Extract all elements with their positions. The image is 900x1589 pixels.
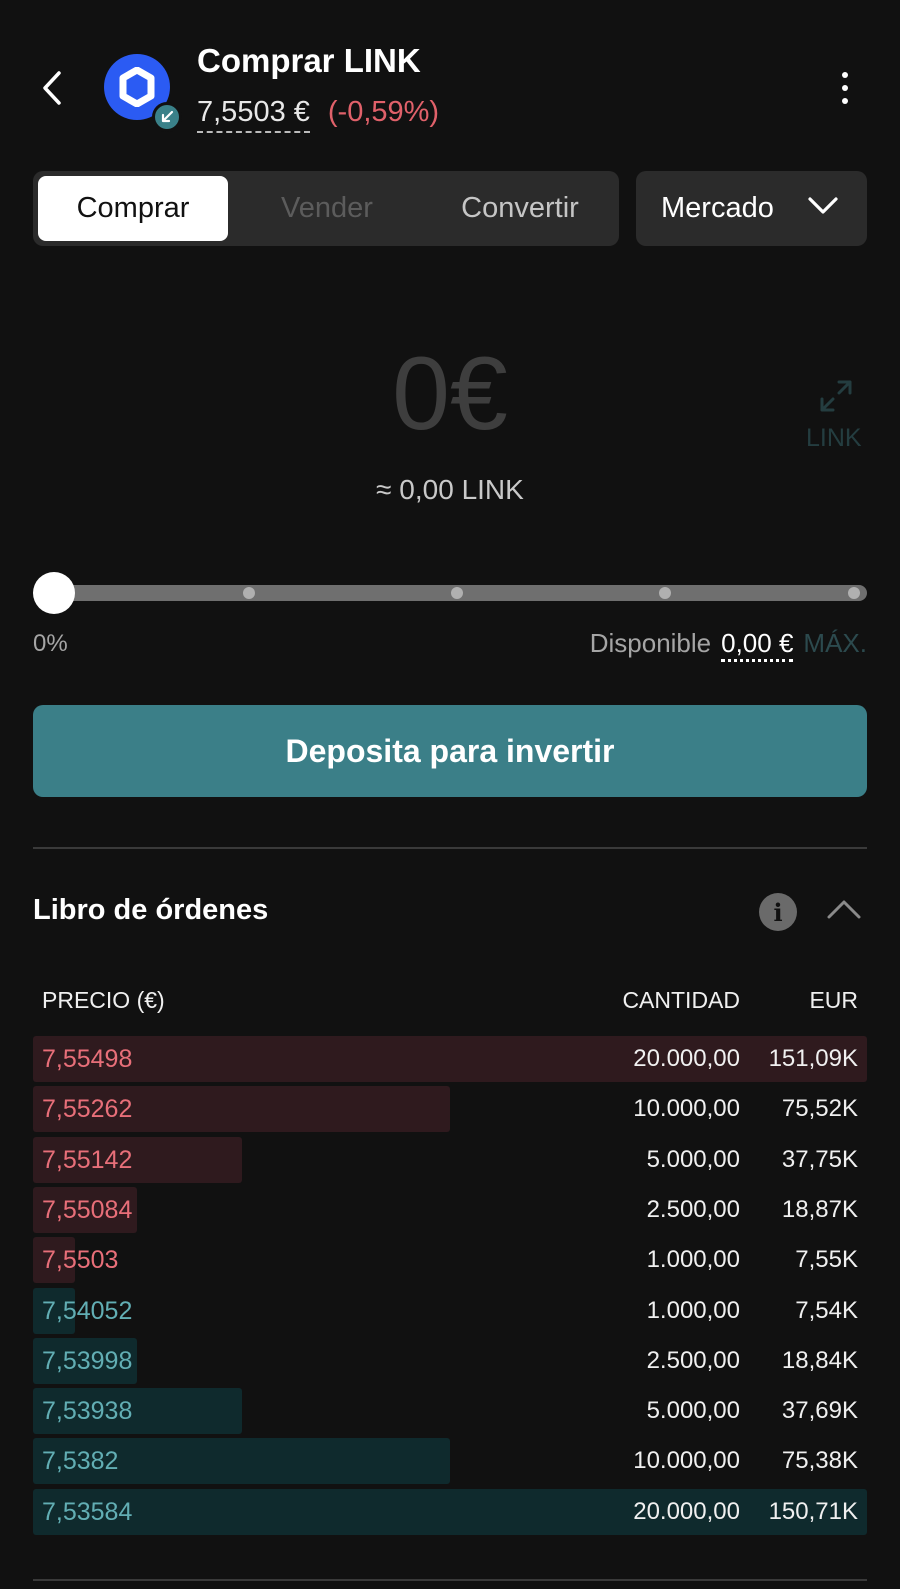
slider-step-100[interactable] (848, 587, 860, 599)
order-type-label: Mercado (661, 192, 774, 224)
order-price: 7,53998 (42, 1347, 133, 1375)
order-price: 7,55142 (42, 1146, 133, 1174)
column-header-eur: EUR (809, 987, 858, 1013)
order-price: 7,55262 (42, 1095, 133, 1123)
chevron-left-icon (43, 71, 61, 105)
slider-step-50[interactable] (451, 587, 463, 599)
price-line: 7,5503 € (-0,59%) (197, 96, 439, 133)
price-change: (-0,59%) (327, 96, 440, 128)
order-price: 7,55084 (42, 1196, 133, 1224)
swap-unit-label[interactable]: LINK (806, 424, 862, 453)
order-quantity: 20.000,00 (633, 1045, 740, 1072)
page-title: Comprar LINK (197, 42, 421, 79)
order-eur: 18,84K (781, 1347, 858, 1374)
order-eur: 150,71K (768, 1498, 858, 1525)
order-eur: 151,09K (768, 1045, 858, 1072)
amount-slider[interactable] (33, 572, 867, 614)
bid-row[interactable]: 7,53998 2.500,00 18,84K (33, 1338, 867, 1384)
tab-convertir[interactable]: Convertir (425, 176, 615, 241)
order-quantity: 5.000,00 (646, 1397, 740, 1424)
order-price: 7,53938 (42, 1397, 133, 1425)
amount-approx: ≈ 0,00 LINK (376, 474, 524, 505)
slider-step-25[interactable] (243, 587, 255, 599)
order-quantity: 1.000,00 (646, 1297, 740, 1324)
tab-vender[interactable]: Vender (233, 176, 421, 241)
header: Comprar LINK 7,5503 € (-0,59%) (0, 0, 900, 160)
order-eur: 37,69K (781, 1397, 858, 1424)
back-button[interactable] (36, 66, 68, 110)
order-price: 7,55498 (42, 1045, 133, 1073)
ask-row[interactable]: 7,55498 20.000,00 151,09K (33, 1036, 867, 1082)
slider-knob[interactable] (33, 572, 75, 614)
chevron-up-icon[interactable] (826, 898, 862, 925)
order-book-title: Libro de órdenes (33, 894, 269, 926)
order-quantity: 2.500,00 (646, 1347, 740, 1374)
depth-bar (33, 1489, 867, 1535)
order-eur: 7,55K (795, 1246, 858, 1273)
order-quantity: 2.500,00 (646, 1196, 740, 1223)
divider (33, 847, 867, 849)
trade-type-segmented-control: Comprar Vender Convertir (33, 171, 619, 246)
current-price[interactable]: 7,5503 € (197, 96, 310, 133)
order-eur: 37,75K (781, 1146, 858, 1173)
tab-comprar[interactable]: Comprar (38, 176, 228, 241)
divider (33, 1579, 867, 1581)
available-value[interactable]: 0,00 € (721, 628, 794, 662)
order-price: 7,54052 (42, 1297, 133, 1325)
order-eur: 75,38K (781, 1447, 858, 1474)
bid-row[interactable]: 7,54052 1.000,00 7,54K (33, 1288, 867, 1334)
available-balance: Disponible 0,00 € MÁX. (590, 628, 867, 662)
order-quantity: 1.000,00 (646, 1246, 740, 1273)
ask-row[interactable]: 7,55262 10.000,00 75,52K (33, 1086, 867, 1132)
chevron-down-icon (808, 197, 838, 214)
order-price: 7,53584 (42, 1498, 133, 1526)
order-quantity: 20.000,00 (633, 1498, 740, 1525)
order-type-dropdown[interactable]: Mercado (636, 171, 867, 246)
bid-row[interactable]: 7,53938 5.000,00 37,69K (33, 1388, 867, 1434)
slider-step-75[interactable] (659, 587, 671, 599)
order-eur: 18,87K (781, 1196, 858, 1223)
chainlink-hexagon-icon (119, 67, 155, 107)
max-button[interactable]: MÁX. (803, 628, 867, 662)
order-eur: 7,54K (795, 1297, 858, 1324)
column-header-price: PRECIO (€) (42, 987, 165, 1013)
ask-row[interactable]: 7,55084 2.500,00 18,87K (33, 1187, 867, 1233)
available-label: Disponible (589, 628, 712, 658)
order-price: 7,5503 (42, 1246, 119, 1274)
depth-bar (33, 1036, 867, 1082)
bid-row[interactable]: 7,5382 10.000,00 75,38K (33, 1438, 867, 1484)
amount-input[interactable]: 0€ (0, 335, 900, 454)
ask-row[interactable]: 7,5503 1.000,00 7,55K (33, 1237, 867, 1283)
deposit-button[interactable]: Deposita para invertir (33, 705, 867, 797)
order-eur: 75,52K (781, 1095, 858, 1122)
receive-arrow-badge-icon (152, 102, 182, 132)
order-quantity: 5.000,00 (646, 1146, 740, 1173)
swap-unit-icon[interactable] (818, 378, 854, 414)
column-header-quantity: CANTIDAD (622, 987, 740, 1013)
info-icon[interactable]: i (759, 893, 797, 931)
order-price: 7,5382 (42, 1447, 119, 1475)
bid-row[interactable]: 7,53584 20.000,00 150,71K (33, 1489, 867, 1535)
slider-percent: 0% (33, 630, 68, 657)
ask-row[interactable]: 7,55142 5.000,00 37,75K (33, 1137, 867, 1183)
order-quantity: 10.000,00 (633, 1095, 740, 1122)
more-options-icon[interactable] (830, 68, 860, 108)
order-quantity: 10.000,00 (633, 1447, 740, 1474)
